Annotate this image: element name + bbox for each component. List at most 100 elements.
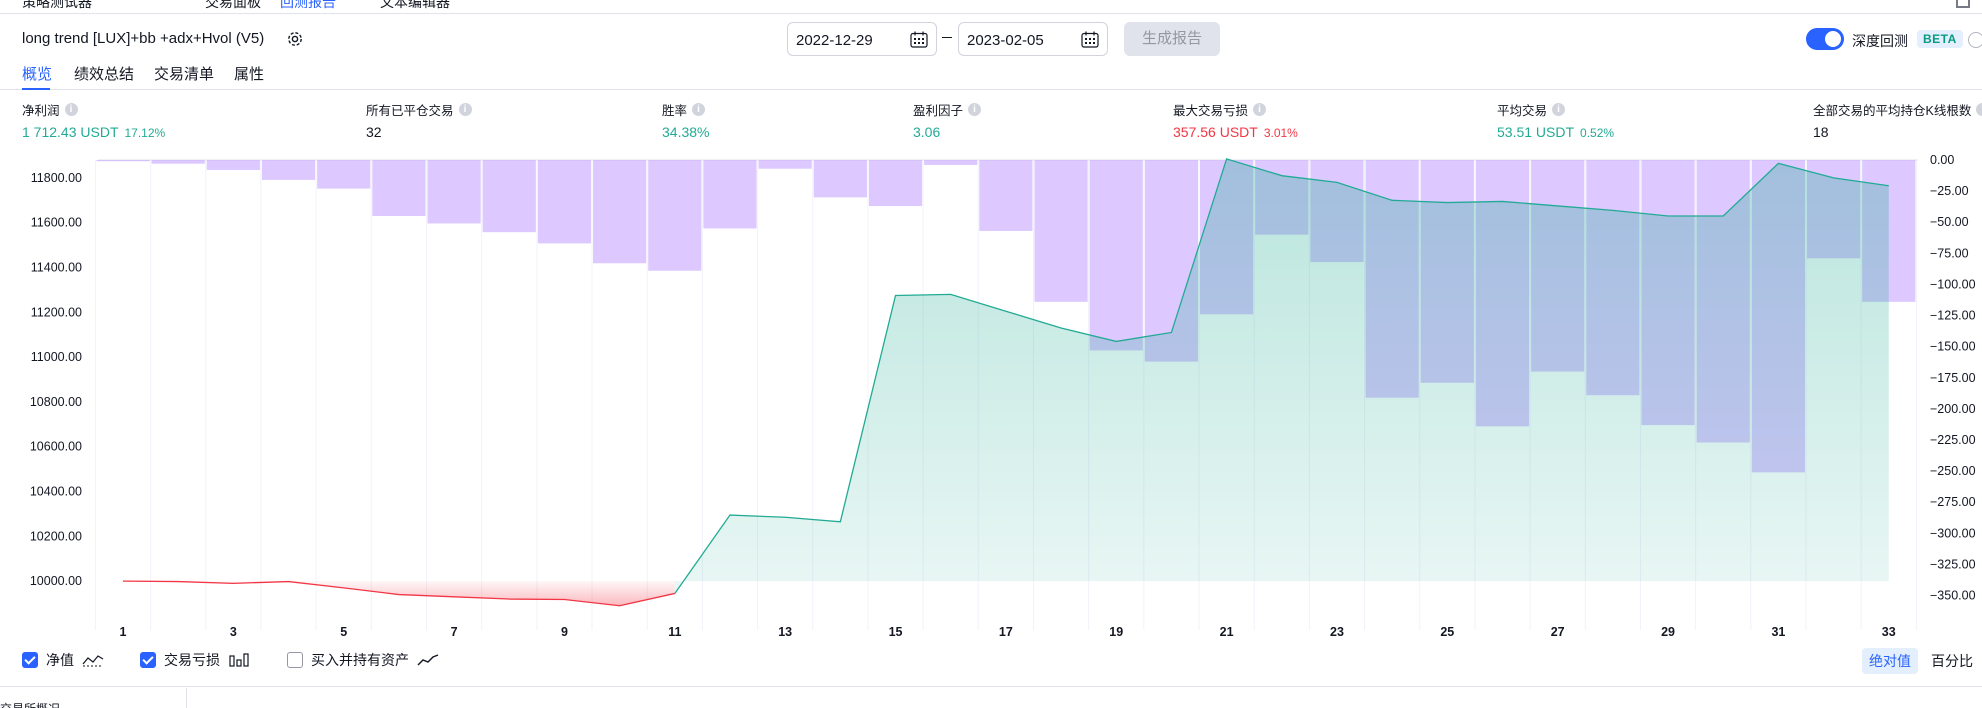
bar-chart-icon [229, 653, 249, 667]
x-axis-tick-label: 3 [230, 625, 237, 639]
end-date-value: 2023-02-05 [967, 32, 1044, 49]
metric-max-trade-loss: 最大交易亏损 i 357.56 USDT 3.01% [1173, 100, 1298, 140]
y-axis-right-tick-label: −350.00 [1930, 589, 1976, 603]
x-axis-tick-label: 11 [668, 625, 681, 639]
y-axis-right-tick-label: −75.00 [1930, 246, 1969, 260]
drawdown-bar [537, 160, 592, 244]
metric-value: 3.06 [913, 124, 941, 140]
metric-win-rate: 胜率 i 34.38% [662, 100, 709, 140]
y-axis-left-tick-label: 11000.00 [31, 350, 82, 364]
top-tab-strip: 策略测试器 交易面板 回测报告 文本编辑器 [0, 0, 1982, 14]
calendar-icon[interactable] [910, 31, 928, 48]
drawdown-bar [868, 160, 923, 207]
drawdown-bar [1089, 160, 1143, 351]
info-icon[interactable]: i [1552, 103, 1566, 116]
drawdown-bar [979, 160, 1033, 231]
y-axis-right-tick-label: −50.00 [1930, 215, 1969, 229]
metric-value: 1 712.43 USDT [22, 124, 119, 140]
deep-backtest-toggle[interactable] [1806, 28, 1844, 50]
end-date-field[interactable]: 2023-02-05 [958, 22, 1108, 56]
metric-avg-bars-in-trade: 全部交易的平均持仓K线根数 i 18 [1813, 100, 1982, 140]
top-tab-strategy-tester[interactable]: 策略测试器 [22, 0, 92, 12]
legend-equity[interactable]: 净值 [22, 650, 104, 670]
buy-hold-checkbox[interactable] [287, 652, 303, 668]
metric-percent: 17.12% [124, 126, 166, 140]
tab-trade-list[interactable]: 交易清单 [154, 63, 214, 84]
line-icon [417, 654, 439, 666]
x-axis-tick-label: 13 [778, 625, 792, 639]
x-axis-tick-label: 27 [1551, 625, 1565, 639]
strategy-title: long trend [LUX]+bb +adx+Hvol (V5) [22, 30, 265, 47]
y-axis-right-tick-label: −175.00 [1930, 371, 1976, 385]
drawdown-bar [593, 160, 647, 264]
legend-label: 买入并持有资产 [311, 652, 409, 668]
legend-drawdown[interactable]: 交易亏损 [140, 650, 250, 670]
x-axis-tick-label: 1 [120, 625, 127, 639]
y-axis-right-tick-label: 0.00 [1930, 153, 1954, 167]
x-axis-tick-label: 31 [1771, 625, 1785, 639]
x-axis-tick-label: 29 [1661, 625, 1675, 639]
y-axis-right-tick-label: −225.00 [1930, 433, 1976, 447]
info-icon[interactable]: i [692, 103, 706, 116]
drawdown-bar [648, 160, 702, 271]
tab-overview[interactable]: 概览 [22, 63, 52, 84]
x-axis-tick-label: 19 [1109, 625, 1123, 639]
equity-area-gain [674, 158, 1889, 594]
equity-checkbox[interactable] [22, 652, 38, 668]
footer-text: 交易所概况 [0, 700, 60, 708]
info-icon[interactable]: i [1976, 103, 1982, 116]
y-axis-left-tick-label: 10200.00 [30, 529, 82, 543]
drawdown-bar [317, 160, 371, 189]
top-tab-backtest-report[interactable]: 回测报告 [280, 0, 336, 12]
top-tab-text-editor[interactable]: 文本编辑器 [380, 0, 450, 12]
drawdown-bar [924, 160, 978, 165]
y-axis-right-tick-label: −25.00 [1930, 184, 1969, 198]
drawdown-bar [151, 160, 205, 164]
metric-label: 全部交易的平均持仓K线根数 [1813, 104, 1972, 118]
calendar-icon[interactable] [1081, 31, 1099, 48]
info-icon[interactable]: i [968, 103, 982, 116]
y-axis-left-tick-label: 11200.00 [31, 305, 82, 319]
metric-label: 净利润 [22, 104, 60, 118]
y-axis-right-tick-label: −300.00 [1930, 526, 1976, 540]
active-tab-underline [22, 88, 50, 90]
info-icon[interactable]: i [458, 103, 472, 116]
drawdown-bar [482, 160, 536, 233]
legend-label: 净值 [46, 652, 74, 668]
help-icon[interactable] [1968, 32, 1982, 48]
metric-profit-factor: 盈利因子 i 3.06 [913, 100, 982, 140]
drawdown-bar [1034, 160, 1088, 302]
tab-performance-summary[interactable]: 绩效总结 [74, 63, 134, 84]
x-axis-tick-label: 15 [889, 625, 903, 639]
generate-report-button[interactable]: 生成报告 [1124, 22, 1220, 56]
info-icon[interactable]: i [1253, 103, 1267, 116]
settings-gear-icon[interactable] [285, 29, 305, 49]
start-date-field[interactable]: 2022-12-29 [787, 22, 937, 56]
tab-properties[interactable]: 属性 [234, 63, 264, 84]
absolute-mode-button[interactable]: 绝对值 [1862, 648, 1918, 674]
equity-drawdown-chart[interactable]: 10000.00 10200.00 10400.00 10600.00 10800.00… [0, 150, 1982, 645]
x-axis-tick-label: 21 [1220, 625, 1234, 639]
line-area-icon [82, 655, 104, 667]
y-axis-left-tick-label: 10600.00 [30, 440, 82, 454]
drawdown-bar [372, 160, 426, 216]
drawdown-checkbox[interactable] [140, 652, 156, 668]
x-axis-tick-label: 5 [340, 625, 347, 639]
legend-buy-hold[interactable]: 买入并持有资产 [287, 650, 439, 670]
metric-value: 32 [366, 124, 382, 140]
minimize-icon[interactable] [1956, 0, 1970, 8]
x-axis-tick-label: 25 [1440, 625, 1454, 639]
metric-label: 盈利因子 [913, 104, 964, 118]
info-icon[interactable]: i [64, 103, 78, 116]
chart-legend: 净值 交易亏损 买入并持有资产 绝对值 百分比 [0, 648, 1982, 674]
legend-label: 交易亏损 [164, 652, 220, 668]
y-axis-right-tick-label: −125.00 [1930, 309, 1976, 323]
metric-net-profit: 净利润 i 1 712.43 USDT 17.12% [22, 100, 165, 140]
y-axis-left-tick-label: 10800.00 [30, 395, 82, 409]
y-axis-right-tick-label: −100.00 [1930, 277, 1976, 291]
x-axis-tick-label: 23 [1330, 625, 1344, 639]
drawdown-bar [427, 160, 481, 224]
percent-mode-button[interactable]: 百分比 [1924, 648, 1980, 674]
metric-label: 胜率 [662, 104, 688, 118]
top-tab-trading-panel[interactable]: 交易面板 [205, 0, 261, 12]
